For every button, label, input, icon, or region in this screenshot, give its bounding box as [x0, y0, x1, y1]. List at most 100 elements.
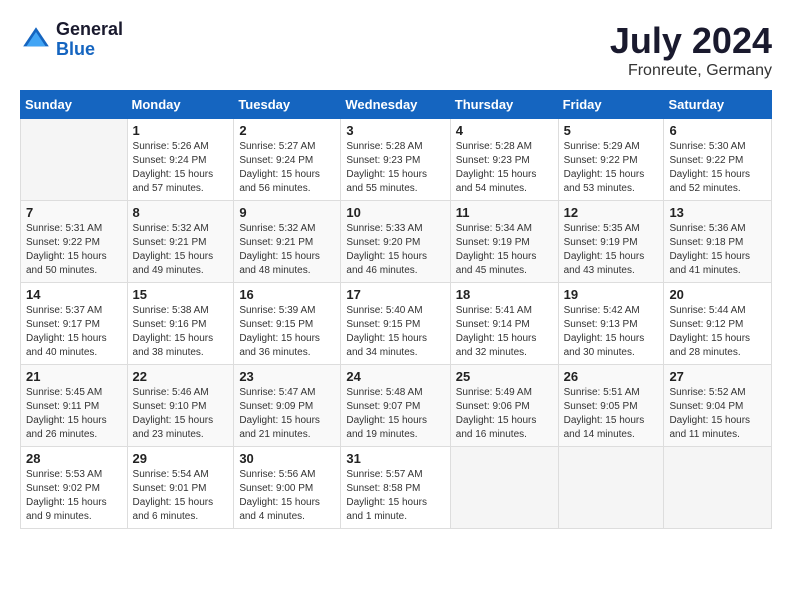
calendar-cell: 24 Sunrise: 5:48 AM Sunset: 9:07 PM Dayli…: [341, 365, 450, 447]
calendar-cell: 14Sunrise: 5:37 AM Sunset: 9:17 PM Dayli…: [21, 283, 128, 365]
calendar-cell: 31 Sunrise: 5:57 AM Sunset: 8:58 PM Dayli…: [341, 447, 450, 529]
day-info: Sunrise: 5:46 AM Sunset: 9:10 PM Dayligh…: [133, 386, 229, 442]
day-info: Sunrise: 5:32 AM Sunset: 9:21 PM Dayligh…: [239, 222, 335, 278]
month-title: July 2024: [610, 20, 772, 62]
calendar-cell: 13 Sunrise: 5:36 AM Sunset: 9:18 PM Dayli…: [664, 201, 772, 283]
day-number: 24: [346, 369, 444, 384]
week-row-2: 7Sunrise: 5:31 AM Sunset: 9:22 PM Daylig…: [21, 201, 772, 283]
day-number: 20: [669, 287, 766, 302]
day-number: 23: [239, 369, 335, 384]
logo: General Blue: [20, 20, 123, 60]
day-info: Sunrise: 5:57 AM Sunset: 8:58 PM Dayligh…: [346, 468, 444, 524]
calendar-cell: 29 Sunrise: 5:54 AM Sunset: 9:01 PM Dayli…: [127, 447, 234, 529]
day-info: Sunrise: 5:53 AM Sunset: 9:02 PM Dayligh…: [26, 468, 122, 524]
day-number: 31: [346, 451, 444, 466]
day-info: Sunrise: 5:26 AM Sunset: 9:24 PM Dayligh…: [133, 140, 229, 196]
day-number: 22: [133, 369, 229, 384]
calendar-cell: 9 Sunrise: 5:32 AM Sunset: 9:21 PM Daylig…: [234, 201, 341, 283]
day-number: 3: [346, 123, 444, 138]
day-info: Sunrise: 5:28 AM Sunset: 9:23 PM Dayligh…: [456, 140, 553, 196]
calendar-cell: 5 Sunrise: 5:29 AM Sunset: 9:22 PM Daylig…: [558, 119, 664, 201]
calendar: SundayMondayTuesdayWednesdayThursdayFrid…: [20, 90, 772, 529]
weekday-header-saturday: Saturday: [664, 91, 772, 119]
day-number: 28: [26, 451, 122, 466]
weekday-header-row: SundayMondayTuesdayWednesdayThursdayFrid…: [21, 91, 772, 119]
day-info: Sunrise: 5:48 AM Sunset: 9:07 PM Dayligh…: [346, 386, 444, 442]
logo-text: General Blue: [56, 20, 123, 60]
title-block: July 2024 Fronreute, Germany: [610, 20, 772, 80]
day-info: Sunrise: 5:32 AM Sunset: 9:21 PM Dayligh…: [133, 222, 229, 278]
day-number: 25: [456, 369, 553, 384]
day-number: 29: [133, 451, 229, 466]
day-number: 30: [239, 451, 335, 466]
calendar-cell: 16Sunrise: 5:39 AM Sunset: 9:15 PM Dayli…: [234, 283, 341, 365]
day-number: 2: [239, 123, 335, 138]
day-info: Sunrise: 5:41 AM Sunset: 9:14 PM Dayligh…: [456, 304, 553, 360]
calendar-cell: [450, 447, 558, 529]
day-info: Sunrise: 5:28 AM Sunset: 9:23 PM Dayligh…: [346, 140, 444, 196]
day-info: Sunrise: 5:44 AM Sunset: 9:12 PM Dayligh…: [669, 304, 766, 360]
calendar-cell: 7Sunrise: 5:31 AM Sunset: 9:22 PM Daylig…: [21, 201, 128, 283]
calendar-cell: 30 Sunrise: 5:56 AM Sunset: 9:00 PM Dayli…: [234, 447, 341, 529]
calendar-cell: 1 Sunrise: 5:26 AM Sunset: 9:24 PM Daylig…: [127, 119, 234, 201]
calendar-cell: 26 Sunrise: 5:51 AM Sunset: 9:05 PM Dayli…: [558, 365, 664, 447]
weekday-header-friday: Friday: [558, 91, 664, 119]
day-info: Sunrise: 5:49 AM Sunset: 9:06 PM Dayligh…: [456, 386, 553, 442]
day-number: 1: [133, 123, 229, 138]
calendar-cell: [21, 119, 128, 201]
calendar-cell: [664, 447, 772, 529]
day-number: 21: [26, 369, 122, 384]
calendar-cell: 12Sunrise: 5:35 AM Sunset: 9:19 PM Dayli…: [558, 201, 664, 283]
calendar-cell: 18Sunrise: 5:41 AM Sunset: 9:14 PM Dayli…: [450, 283, 558, 365]
day-info: Sunrise: 5:36 AM Sunset: 9:18 PM Dayligh…: [669, 222, 766, 278]
day-info: Sunrise: 5:33 AM Sunset: 9:20 PM Dayligh…: [346, 222, 444, 278]
day-number: 19: [564, 287, 659, 302]
day-number: 15: [133, 287, 229, 302]
day-info: Sunrise: 5:47 AM Sunset: 9:09 PM Dayligh…: [239, 386, 335, 442]
day-info: Sunrise: 5:54 AM Sunset: 9:01 PM Dayligh…: [133, 468, 229, 524]
day-info: Sunrise: 5:30 AM Sunset: 9:22 PM Dayligh…: [669, 140, 766, 196]
calendar-cell: 4 Sunrise: 5:28 AM Sunset: 9:23 PM Daylig…: [450, 119, 558, 201]
location: Fronreute, Germany: [610, 62, 772, 80]
week-row-5: 28 Sunrise: 5:53 AM Sunset: 9:02 PM Dayli…: [21, 447, 772, 529]
calendar-cell: 22 Sunrise: 5:46 AM Sunset: 9:10 PM Dayli…: [127, 365, 234, 447]
day-info: Sunrise: 5:34 AM Sunset: 9:19 PM Dayligh…: [456, 222, 553, 278]
day-number: 11: [456, 205, 553, 220]
calendar-cell: 10Sunrise: 5:33 AM Sunset: 9:20 PM Dayli…: [341, 201, 450, 283]
calendar-cell: 15 Sunrise: 5:38 AM Sunset: 9:16 PM Dayli…: [127, 283, 234, 365]
day-number: 26: [564, 369, 659, 384]
logo-line1: General: [56, 20, 123, 40]
week-row-1: 1 Sunrise: 5:26 AM Sunset: 9:24 PM Daylig…: [21, 119, 772, 201]
logo-icon: [20, 24, 52, 56]
weekday-header-sunday: Sunday: [21, 91, 128, 119]
day-info: Sunrise: 5:45 AM Sunset: 9:11 PM Dayligh…: [26, 386, 122, 442]
calendar-cell: 6Sunrise: 5:30 AM Sunset: 9:22 PM Daylig…: [664, 119, 772, 201]
weekday-header-monday: Monday: [127, 91, 234, 119]
day-info: Sunrise: 5:52 AM Sunset: 9:04 PM Dayligh…: [669, 386, 766, 442]
day-info: Sunrise: 5:39 AM Sunset: 9:15 PM Dayligh…: [239, 304, 335, 360]
day-number: 12: [564, 205, 659, 220]
calendar-cell: 23 Sunrise: 5:47 AM Sunset: 9:09 PM Dayli…: [234, 365, 341, 447]
weekday-header-tuesday: Tuesday: [234, 91, 341, 119]
calendar-cell: [558, 447, 664, 529]
day-info: Sunrise: 5:56 AM Sunset: 9:00 PM Dayligh…: [239, 468, 335, 524]
day-number: 9: [239, 205, 335, 220]
day-number: 4: [456, 123, 553, 138]
day-number: 17: [346, 287, 444, 302]
day-number: 5: [564, 123, 659, 138]
week-row-4: 21 Sunrise: 5:45 AM Sunset: 9:11 PM Dayli…: [21, 365, 772, 447]
day-info: Sunrise: 5:29 AM Sunset: 9:22 PM Dayligh…: [564, 140, 659, 196]
day-number: 7: [26, 205, 122, 220]
day-number: 8: [133, 205, 229, 220]
page-header: General Blue July 2024 Fronreute, German…: [20, 20, 772, 80]
day-info: Sunrise: 5:38 AM Sunset: 9:16 PM Dayligh…: [133, 304, 229, 360]
day-info: Sunrise: 5:51 AM Sunset: 9:05 PM Dayligh…: [564, 386, 659, 442]
calendar-cell: 25 Sunrise: 5:49 AM Sunset: 9:06 PM Dayli…: [450, 365, 558, 447]
calendar-cell: 21 Sunrise: 5:45 AM Sunset: 9:11 PM Dayli…: [21, 365, 128, 447]
calendar-cell: 20 Sunrise: 5:44 AM Sunset: 9:12 PM Dayli…: [664, 283, 772, 365]
day-number: 13: [669, 205, 766, 220]
calendar-cell: 2Sunrise: 5:27 AM Sunset: 9:24 PM Daylig…: [234, 119, 341, 201]
day-number: 14: [26, 287, 122, 302]
weekday-header-wednesday: Wednesday: [341, 91, 450, 119]
day-info: Sunrise: 5:40 AM Sunset: 9:15 PM Dayligh…: [346, 304, 444, 360]
